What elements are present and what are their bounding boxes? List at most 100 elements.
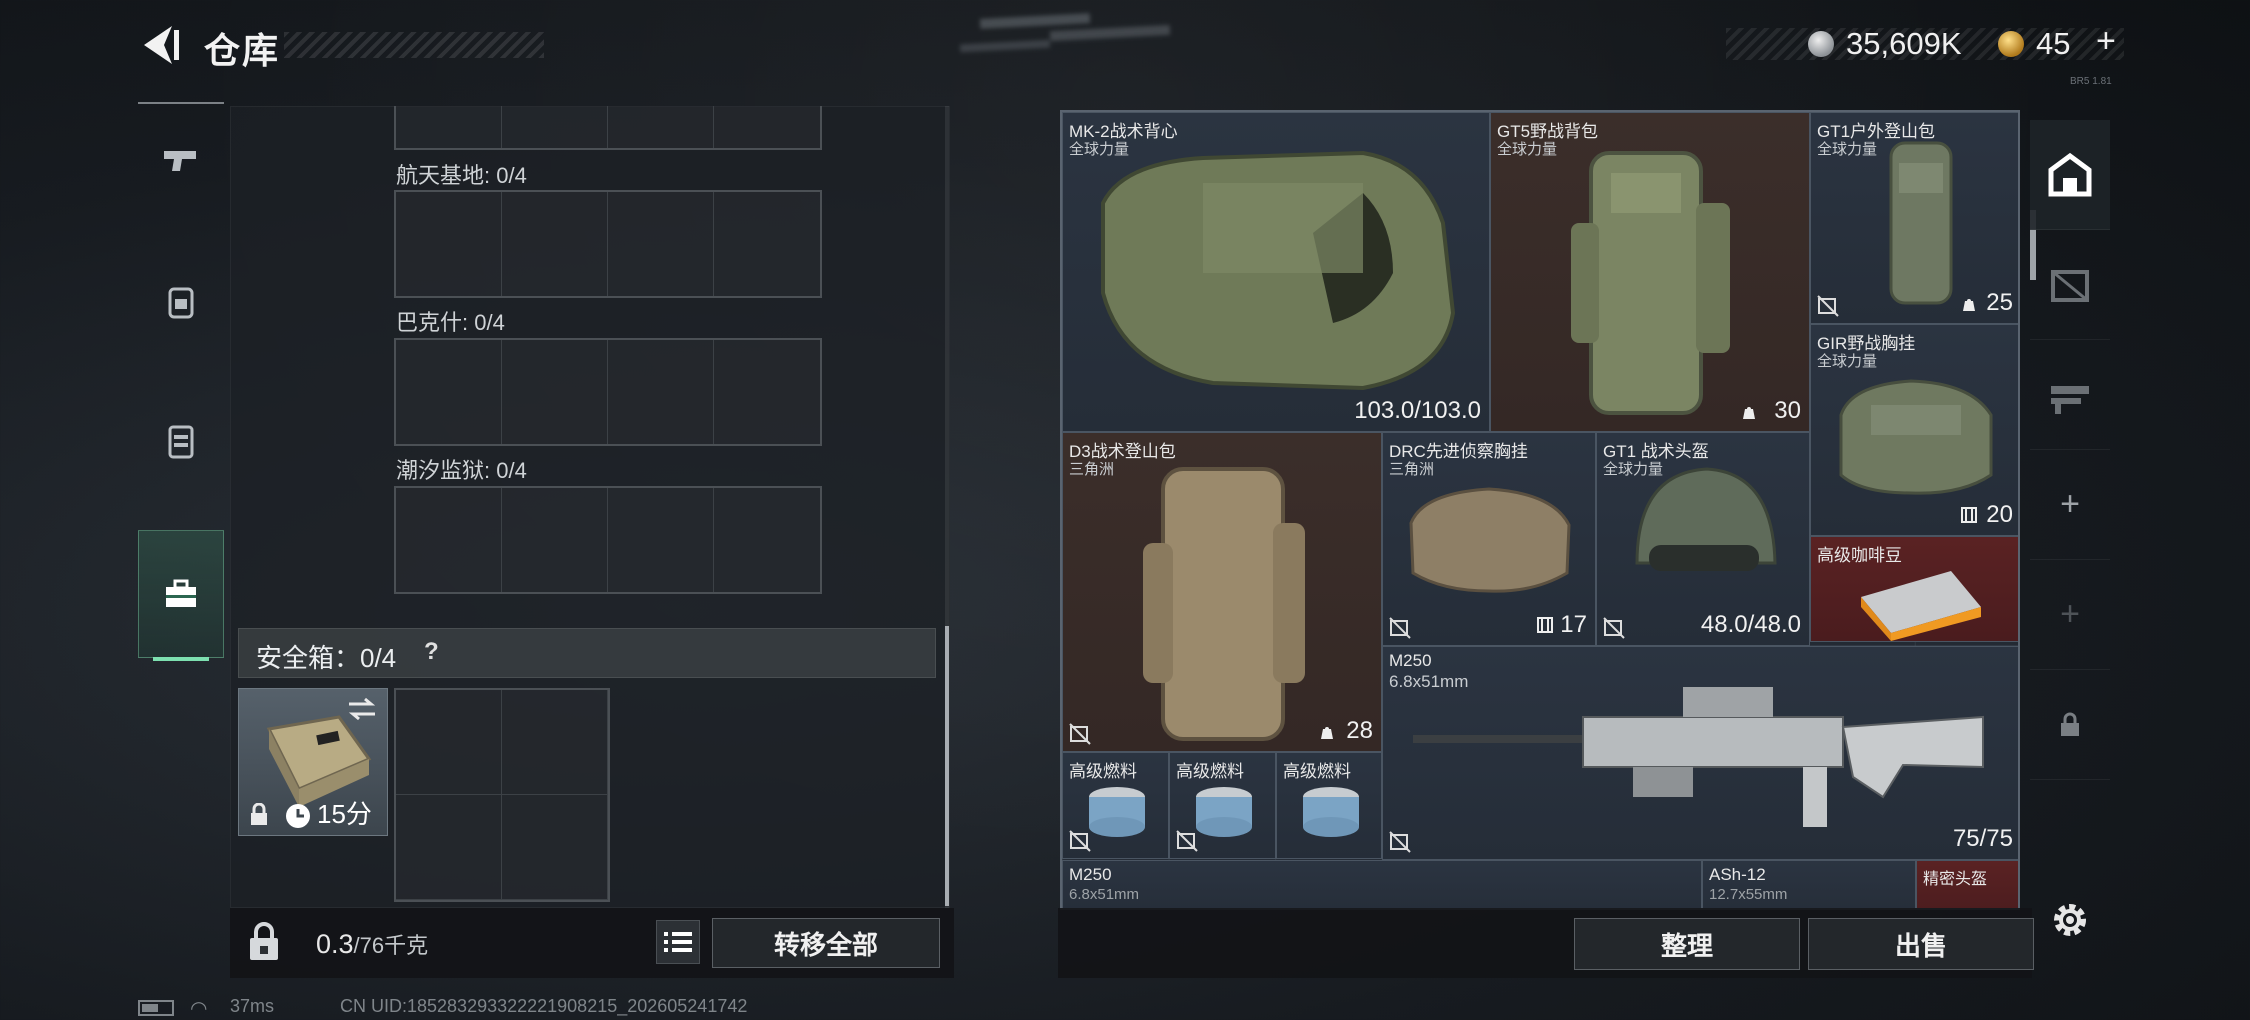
weight-lock-icon[interactable]	[246, 922, 282, 962]
item-name: 高级燃料	[1283, 762, 1351, 781]
title-decoration	[284, 32, 544, 58]
item-name: 精密头盔	[1923, 871, 1988, 888]
left-scrollbar-thumb[interactable]	[945, 626, 949, 906]
item-ammo: 75/75	[1952, 825, 2013, 852]
user-uid: CN UID:18528329332222190821​5_2026052417…	[340, 996, 748, 1016]
stash-item[interactable]: MK-2战术背心 全球力量 103.0/103.0	[1062, 112, 1490, 432]
backpack-icon	[1571, 151, 1730, 415]
region-grid[interactable]	[394, 486, 822, 594]
list-view-button[interactable]	[656, 920, 700, 964]
weight-icon	[1963, 299, 1975, 311]
sort-button[interactable]: 整理	[1574, 918, 1800, 970]
gold-coin-icon	[1998, 31, 2024, 57]
stash-page-2[interactable]	[2030, 230, 2110, 340]
stash-item[interactable]: GT1 战术头盔 全球力量 48.0/48.0	[1596, 432, 1810, 646]
item-durability: 103.0/103.0	[1354, 397, 1481, 424]
stash-item[interactable]: 高级燃料	[1169, 752, 1276, 859]
help-icon[interactable]: ?	[424, 638, 439, 666]
stash-page-3[interactable]	[2030, 340, 2110, 450]
build-code: BR5 1.81	[2070, 76, 2112, 87]
weight-display: 0.3/76千克	[316, 928, 428, 960]
silver-coin-icon	[1808, 31, 1834, 57]
left-tab-bar	[138, 102, 224, 662]
stash-item[interactable]: GIR野战胸挂 全球力量 20	[1810, 324, 2018, 536]
stash-page-bar: + +	[2030, 120, 2110, 780]
capacity-icon	[1961, 507, 1977, 523]
stash-item[interactable]: 高级燃料	[1062, 752, 1169, 859]
lock-icon	[251, 803, 267, 825]
region-grid[interactable]	[394, 190, 822, 298]
battery-icon	[138, 1000, 174, 1016]
item-name: 高级燃料	[1176, 762, 1244, 781]
stash-item[interactable]: 高级燃料	[1276, 752, 1382, 859]
stash-item[interactable]: 高级咖啡豆	[1810, 536, 2018, 642]
ping-value: 37ms	[230, 996, 275, 1016]
item-name: M250	[1069, 865, 1112, 884]
settings-button[interactable]	[2048, 898, 2092, 942]
safebox-item[interactable]: 15分	[238, 688, 388, 836]
item-faction: 全球力量	[1817, 353, 1878, 370]
item-faction: 三角洲	[1389, 461, 1435, 478]
silver-currency-value: 35,609K	[1846, 26, 1962, 61]
safebox-grid[interactable]	[394, 688, 610, 902]
item-durability: 48.0/48.0	[1700, 611, 1801, 638]
machine-gun-icon	[1413, 687, 1984, 827]
weight-icon	[1743, 407, 1755, 419]
region-grid-partial[interactable]	[394, 106, 822, 150]
item-capacity: 20	[1986, 501, 2013, 528]
stash-item[interactable]: DRC先进侦察胸挂 三角洲 17	[1382, 432, 1596, 646]
weapon-rack-icon	[2051, 385, 2089, 414]
region-label: 航天基地: 0/4	[396, 163, 527, 188]
item-faction: 全球力量	[1069, 141, 1130, 158]
item-name: 高级燃料	[1069, 762, 1137, 781]
stash-item[interactable]: 精密头盔	[1916, 860, 2018, 908]
swap-icon[interactable]	[347, 697, 377, 721]
no-trade-icon	[1069, 723, 1091, 745]
item-capacity: 17	[1560, 611, 1587, 638]
no-trade-icon	[1069, 830, 1091, 852]
stash-item[interactable]: M250 6.8x51mm	[1062, 860, 1702, 908]
region-label: 巴克什: 0/4	[396, 310, 505, 335]
region-grid[interactable]	[394, 338, 822, 446]
back-button[interactable]	[138, 22, 184, 68]
active-tab-indicator	[153, 657, 209, 661]
safebox-timer: 15分	[317, 799, 372, 829]
ceiling-light	[959, 39, 1051, 53]
tab-armor[interactable]	[138, 242, 224, 362]
ceiling-light	[979, 13, 1091, 29]
weight-icon	[1321, 727, 1333, 739]
gold-currency-value: 45	[2036, 26, 2071, 61]
item-faction: 全球力量	[1497, 141, 1558, 158]
add-page-button[interactable]: +	[2030, 450, 2110, 560]
item-caliber: 6.8x51mm	[1389, 672, 1469, 691]
item-caliber: 6.8x51mm	[1069, 886, 1140, 903]
transfer-all-button[interactable]: 转移全部	[712, 918, 940, 968]
no-trade-icon	[1603, 617, 1625, 639]
region-label: 潮汐监狱: 0/4	[396, 458, 527, 483]
add-page-button-disabled[interactable]: +	[2030, 560, 2110, 670]
tab-toolbox[interactable]	[138, 530, 224, 661]
tab-equipment[interactable]	[138, 382, 224, 502]
weight-current: 0.3	[316, 929, 354, 959]
sell-button[interactable]: 出售	[1808, 918, 2034, 970]
tab-weapons[interactable]	[138, 102, 224, 222]
stash-item[interactable]: M250 6.8x51mm 75/75	[1382, 646, 2018, 860]
no-trade-icon	[1817, 295, 1839, 317]
stash-item[interactable]: D3战术登山包 三角洲 28	[1062, 432, 1382, 752]
add-currency-button[interactable]: +	[2096, 22, 2116, 61]
safebox-label: 安全箱：0/4	[256, 643, 397, 673]
locked-page[interactable]	[2030, 670, 2110, 780]
stash-item[interactable]: GT1户外登山包 全球力量 25	[1810, 112, 2018, 324]
stash-item[interactable]: GT5野战背包 全球力量 30	[1490, 112, 1810, 432]
capacity-icon	[1537, 617, 1553, 633]
item-caliber: 12.7x55mm	[1709, 886, 1788, 903]
tactical-vest-icon	[1101, 150, 1456, 391]
stash-page-main[interactable]	[2030, 120, 2110, 230]
stash-grid: MK-2战术背心 全球力量 103.0/103.0 GT5野战背包 全球力量 3…	[1060, 110, 2020, 910]
item-capacity: 25	[1986, 289, 2013, 316]
warehouse-icon	[2048, 152, 2092, 196]
list-icon	[664, 932, 692, 952]
no-trade-icon	[1389, 831, 1411, 853]
wifi-icon: ◠	[190, 998, 208, 1020]
stash-item[interactable]: ASh-12 12.7x55mm	[1702, 860, 1916, 908]
